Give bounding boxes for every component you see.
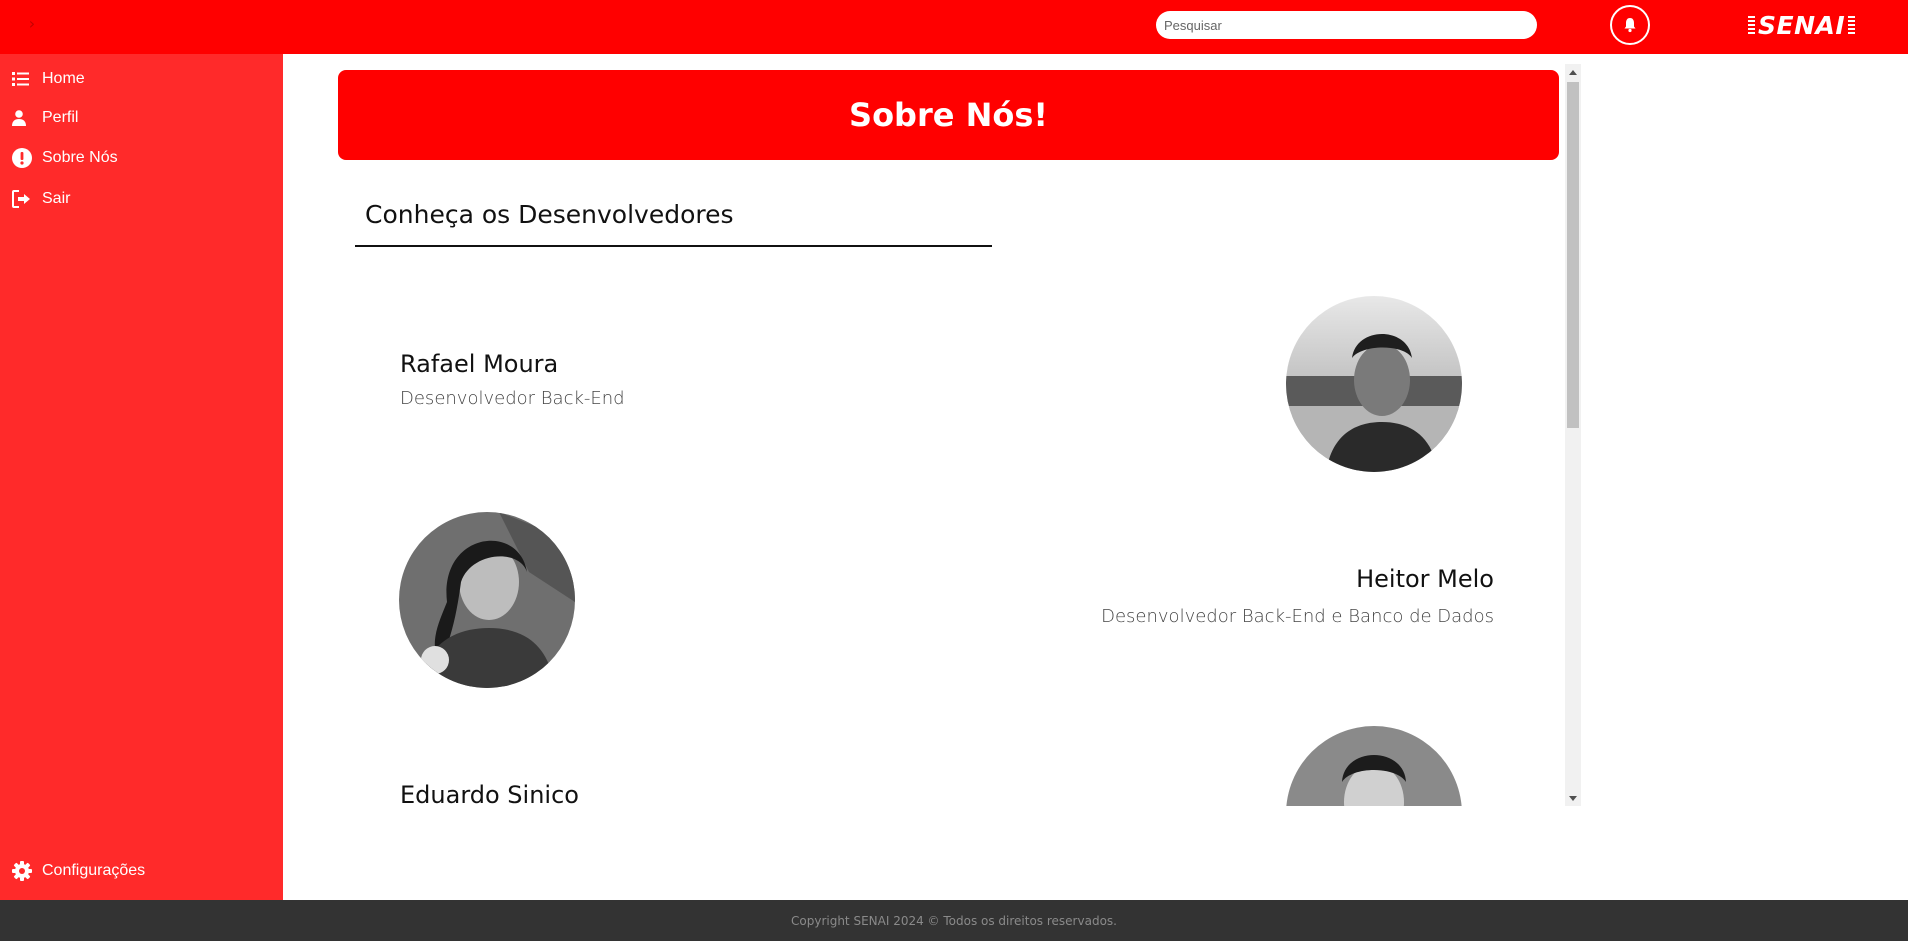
developer-role: Desenvolvedor Back-End e Banco de Dados	[1101, 606, 1494, 627]
sidebar-item-home[interactable]: Home	[12, 69, 85, 89]
sign-out-icon	[12, 189, 34, 209]
developer-name: Eduardo Sinico	[400, 781, 579, 806]
sidebar-item-sobre-nos[interactable]: Sobre Nós	[12, 148, 118, 168]
sidebar-item-label: Sair	[42, 190, 71, 207]
logo-stripes-right	[1848, 16, 1856, 34]
search-input[interactable]	[1156, 11, 1537, 39]
developer-name: Rafael Moura	[400, 350, 559, 378]
page-title: Sobre Nós!	[849, 96, 1048, 134]
sidebar: Home Perfil Sobre Nós Sair Configurações	[0, 54, 283, 900]
scroll-down-arrow-icon[interactable]	[1565, 790, 1581, 806]
section-title: Conheça os Desenvolvedores	[365, 200, 734, 229]
sidebar-item-sair[interactable]: Sair	[12, 189, 70, 209]
sidebar-item-label: Home	[42, 70, 85, 87]
sidebar-item-perfil[interactable]: Perfil	[12, 108, 78, 128]
sidebar-item-label: Configurações	[42, 862, 146, 879]
list-icon	[12, 69, 34, 89]
logo-stripes-left	[1748, 16, 1755, 34]
developer-role: Desenvolvedor Back-End	[400, 388, 625, 409]
scrollbar-thumb[interactable]	[1567, 82, 1579, 428]
developer-photo	[399, 512, 575, 688]
menu-toggle-button[interactable]: ›	[22, 14, 42, 34]
logo-text: SENAI	[1758, 10, 1846, 40]
scroll-up-arrow-icon[interactable]	[1565, 64, 1581, 80]
about-banner: Sobre Nós!	[338, 70, 1559, 160]
senai-logo: SENAI	[1748, 9, 1860, 41]
sidebar-item-label: Perfil	[42, 109, 79, 126]
exclamation-circle-icon	[12, 148, 34, 168]
developer-name: Heitor Melo	[1356, 565, 1494, 593]
sidebar-item-label: Sobre Nós	[42, 149, 118, 166]
copyright-text: Copyright SENAI 2024 © Todos os direitos…	[791, 913, 1117, 928]
gear-icon	[12, 861, 34, 881]
developer-photo	[1286, 726, 1462, 806]
sidebar-item-configuracoes[interactable]: Configurações	[12, 861, 145, 881]
content-scrollbar[interactable]	[1565, 64, 1581, 806]
user-icon	[12, 108, 34, 128]
footer: Copyright SENAI 2024 © Todos os direitos…	[0, 900, 1908, 941]
chevron-right-icon: ›	[28, 14, 36, 33]
top-bar: › SENAI	[0, 0, 1908, 54]
about-frame[interactable]: Sobre Nós! Conheça os Desenvolvedores Ra…	[338, 64, 1581, 806]
bell-icon	[1624, 18, 1636, 33]
section-divider	[355, 245, 992, 247]
notifications-button[interactable]	[1610, 5, 1650, 45]
developer-photo	[1286, 296, 1462, 472]
